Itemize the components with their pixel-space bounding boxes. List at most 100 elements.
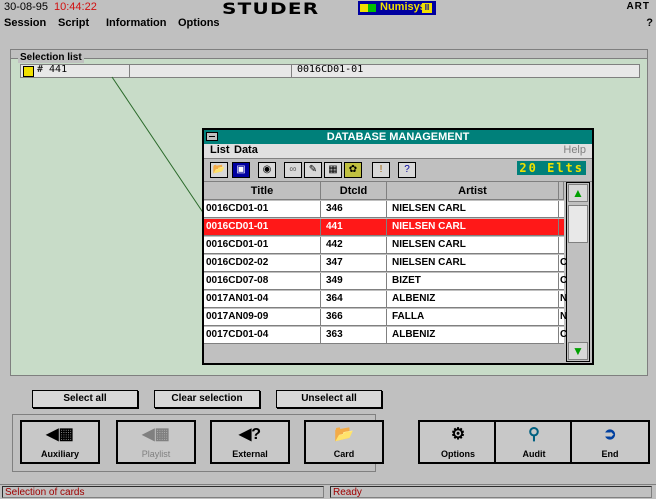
column-divider	[320, 201, 321, 217]
product-logo: Numisys II	[358, 1, 436, 15]
column-divider	[386, 219, 387, 235]
auxiliary-icon: ◀▦	[46, 426, 74, 443]
row-title: 0016CD02-02	[206, 257, 269, 268]
column-divider	[320, 291, 321, 307]
column-divider	[386, 237, 387, 253]
column-divider	[320, 255, 321, 271]
row-artist: ALBENIZ	[392, 329, 436, 340]
menu-options[interactable]: Options	[178, 17, 220, 29]
column-divider	[386, 273, 387, 289]
audit-magnifier-icon: ⚲	[528, 426, 540, 443]
status-right: Ready	[330, 486, 652, 498]
row-title: 0017AN09-09	[206, 311, 269, 322]
clear-selection-button[interactable]: Clear selection	[154, 390, 260, 408]
unselect-all-button[interactable]: Unselect all	[276, 390, 382, 408]
row-title: 0017CD01-04	[206, 329, 269, 340]
column-divider	[320, 237, 321, 253]
playlist-icon: ◀▦	[142, 426, 170, 443]
menu-session[interactable]: Session	[4, 17, 46, 29]
db-vertical-scrollbar[interactable]: ▲ ▼	[566, 182, 590, 362]
date-display: 30-08-95	[4, 1, 49, 13]
column-header-extra[interactable]	[559, 182, 564, 200]
column-divider	[558, 273, 559, 289]
table-row[interactable]: 0016CD07-08 349 BIZET C	[204, 273, 567, 290]
row-artist: ALBENIZ	[392, 293, 436, 304]
card-list-icon[interactable]: ▦	[324, 162, 342, 178]
help-question-icon[interactable]: ?	[398, 162, 416, 178]
selection-list-label: Selection list	[18, 52, 84, 63]
external-button[interactable]: ◀? External	[210, 420, 290, 464]
row-dtcid: 364	[326, 293, 343, 304]
table-row[interactable]: 0017CD01-04 363 ALBENIZ C	[204, 327, 567, 344]
database-management-window: DATABASE MANAGEMENT List Data Help 📂 ▣ ◉…	[202, 128, 594, 365]
column-divider	[386, 327, 387, 343]
table-row[interactable]: 0017AN01-04 364 ALBENIZ N	[204, 291, 567, 308]
card-label: Card	[333, 449, 355, 459]
options-button[interactable]: ⚙ Options	[418, 420, 498, 464]
select-all-button[interactable]: Select all	[32, 390, 138, 408]
edit-card-icon[interactable]: ✎	[304, 162, 322, 178]
scroll-up-arrow-icon[interactable]: ▲	[568, 184, 588, 202]
db-toolbar: 📂 ▣ ◉ ∞ ✎ ▦ ✿ ! ? 20 Elts	[204, 158, 592, 182]
table-row[interactable]: 0016CD01-01 442 NIELSEN CARL	[204, 237, 564, 254]
column-header-title[interactable]: Title	[204, 182, 321, 200]
column-header-dtcid[interactable]: DtcId	[321, 182, 387, 200]
row-artist: NIELSEN CARL	[392, 239, 466, 250]
menu-information[interactable]: Information	[106, 17, 167, 29]
selection-list-row[interactable]: # 441 0016CD01-01	[20, 64, 640, 78]
column-divider	[320, 219, 321, 235]
menu-script[interactable]: Script	[58, 17, 89, 29]
status-left: Selection of cards	[2, 486, 324, 498]
external-label: External	[232, 449, 268, 459]
status-bar: Selection of cards Ready	[0, 484, 656, 499]
logo-green-square-icon	[368, 4, 376, 12]
audit-button[interactable]: ⚲ Audit	[494, 420, 574, 464]
row-dtcid: 349	[326, 275, 343, 286]
column-header-artist[interactable]: Artist	[387, 182, 559, 200]
options-gear-icon: ⚙	[450, 426, 466, 443]
help-menu[interactable]: ?	[646, 17, 653, 29]
db-menu-list[interactable]: List	[210, 144, 230, 156]
row-artist: NIELSEN CARL	[392, 203, 466, 214]
stamp-icon[interactable]: ✿	[344, 162, 362, 178]
product-name: Numisys	[380, 1, 426, 13]
binoculars-icon[interactable]: ◉	[258, 162, 276, 178]
db-menu-data[interactable]: Data	[234, 144, 258, 156]
menu-bar: Session Script Information Options ?	[0, 16, 656, 32]
table-row[interactable]: 0017AN09-09 366 FALLA N	[204, 309, 567, 326]
system-menu-icon[interactable]	[206, 132, 218, 141]
column-divider	[291, 65, 292, 77]
auxiliary-button[interactable]: ◀▦ Auxiliary	[20, 420, 100, 464]
table-row[interactable]: 0016CD01-01 346 NIELSEN CARL	[204, 201, 564, 218]
table-row[interactable]: 0016CD02-02 347 NIELSEN CARL C	[204, 255, 567, 272]
column-divider	[386, 291, 387, 307]
open-folder-icon[interactable]: 📂	[210, 162, 228, 178]
column-divider	[558, 291, 559, 307]
column-divider	[386, 201, 387, 217]
row-dtcid: 441	[326, 221, 343, 232]
scroll-down-arrow-icon[interactable]: ▼	[568, 342, 588, 360]
column-divider	[129, 65, 130, 77]
row-artist: NIELSEN CARL	[392, 221, 466, 232]
audit-label: Audit	[522, 449, 546, 459]
scroll-thumb[interactable]	[568, 205, 588, 243]
selection-list-frame	[10, 49, 648, 60]
title-bar: 30-08-95 10:44:22 STUDER Numisys II ART	[0, 0, 656, 18]
column-divider	[320, 273, 321, 289]
end-button[interactable]: ➲ End	[570, 420, 650, 464]
info-icon[interactable]: !	[372, 162, 390, 178]
logo-yellow-square-icon	[360, 4, 368, 12]
auxiliary-label: Auxiliary	[40, 449, 80, 459]
row-title: 0016CD07-08	[206, 275, 269, 286]
playlist-button[interactable]: ◀▦ Playlist	[116, 420, 196, 464]
selection-row-code: 0016CD01-01	[297, 64, 364, 75]
column-divider	[386, 309, 387, 325]
link-icon[interactable]: ∞	[284, 162, 302, 178]
row-dtcid: 346	[326, 203, 343, 214]
column-divider	[386, 255, 387, 271]
save-disk-icon[interactable]: ▣	[232, 162, 250, 178]
db-menu-help[interactable]: Help	[563, 144, 586, 156]
row-dtcid: 347	[326, 257, 343, 268]
card-button[interactable]: 📂 Card	[304, 420, 384, 464]
table-row[interactable]: 0016CD01-01 441 NIELSEN CARL	[204, 219, 564, 236]
